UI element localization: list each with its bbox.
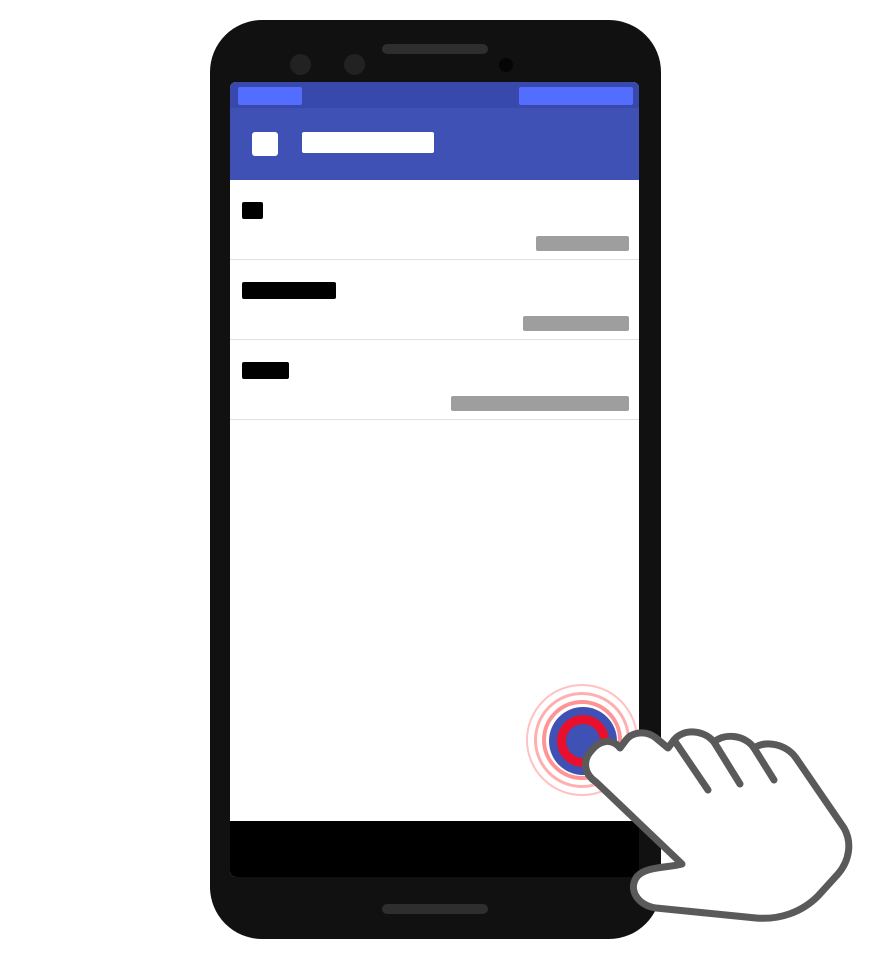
list-item-subtitle	[523, 316, 629, 331]
app-bar	[230, 108, 639, 180]
list-item-title	[242, 282, 336, 299]
pointing-hand-icon	[582, 728, 853, 922]
list-item[interactable]	[230, 340, 639, 420]
app-title	[302, 132, 434, 153]
front-sensor	[290, 54, 311, 75]
list-item[interactable]	[230, 260, 639, 340]
bottom-speaker	[382, 904, 488, 914]
tutorial-stage	[0, 0, 870, 960]
status-notifications	[238, 87, 302, 105]
status-bar	[230, 82, 639, 108]
front-camera	[499, 58, 513, 72]
earpiece-speaker	[382, 44, 488, 54]
status-indicators	[519, 87, 633, 105]
list-item-subtitle	[451, 396, 629, 411]
list-item-subtitle	[536, 236, 629, 251]
front-sensor	[344, 54, 365, 75]
list-item-title	[242, 202, 263, 219]
list-item[interactable]	[230, 180, 639, 260]
list-item-title	[242, 362, 289, 379]
app-logo-icon	[252, 132, 278, 156]
item-list	[230, 180, 639, 420]
